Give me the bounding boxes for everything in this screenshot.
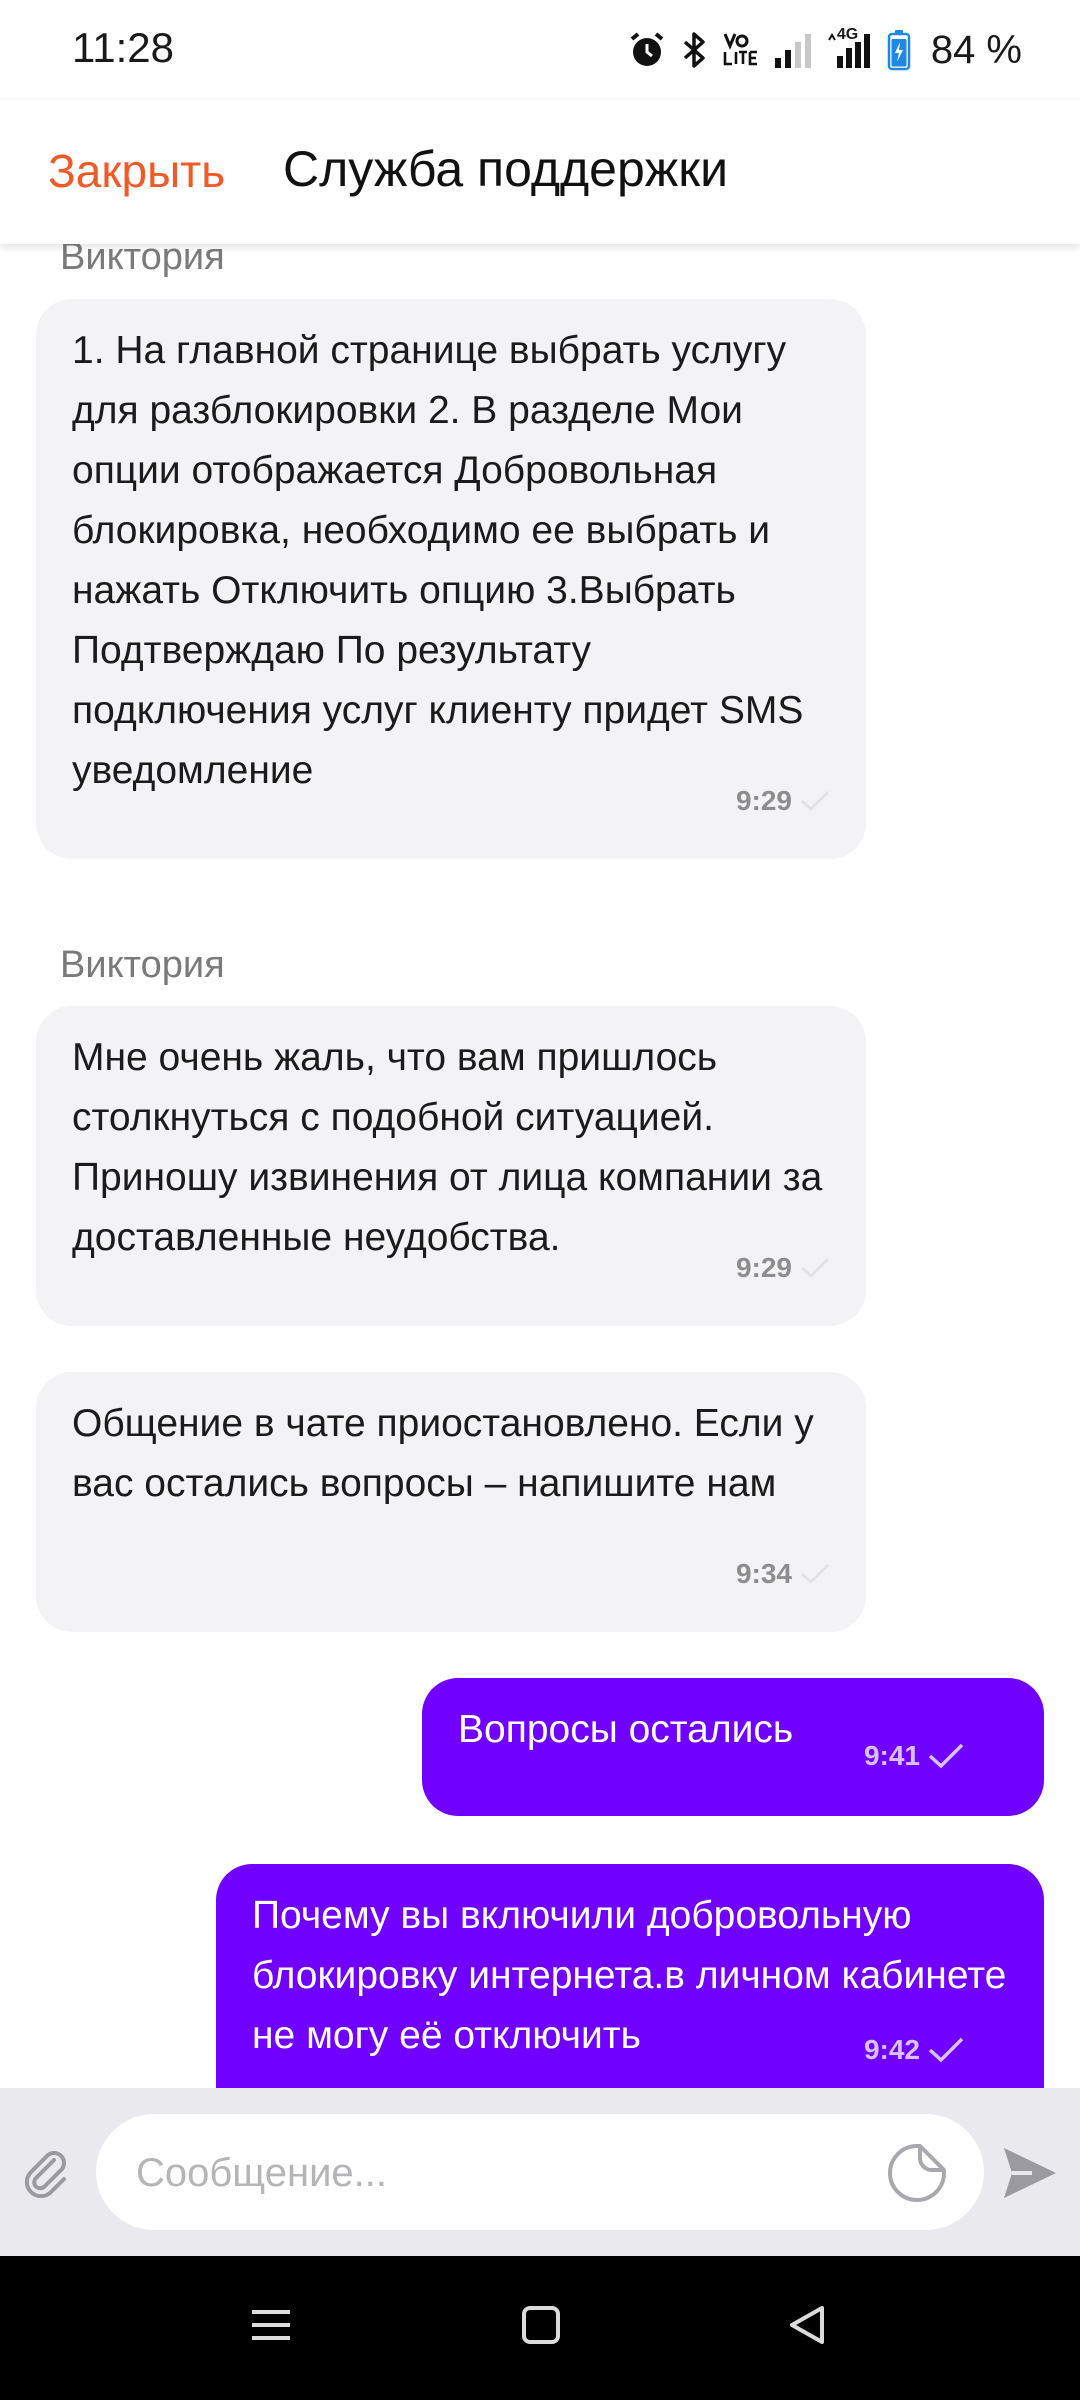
volte-icon — [723, 33, 757, 66]
incoming-message: 1. На главной странице выбрать услугу дл… — [36, 299, 866, 859]
message-input-wrapper — [96, 2114, 984, 2232]
close-button[interactable]: Закрыть — [48, 144, 225, 198]
outgoing-message: Почему вы включили добровольную блокиров… — [216, 1864, 1044, 2088]
message-text: Мне очень жаль, что вам пришлось столкну… — [72, 1036, 823, 1259]
sender-name: Виктория — [60, 944, 225, 986]
recent-apps-icon[interactable] — [250, 2304, 292, 2346]
system-navigation-bar — [0, 2256, 1080, 2400]
chat-history[interactable]: Виктория 1. На главной странице выбрать … — [0, 244, 1080, 2088]
status-time: 11:28 — [72, 24, 174, 71]
back-icon[interactable] — [786, 2304, 828, 2346]
message-meta: 9:34 — [736, 1544, 830, 1604]
paperclip-icon[interactable] — [20, 2146, 72, 2198]
message-meta: 9:29 — [736, 1238, 830, 1298]
outgoing-message: Вопросы остались 9:41 — [422, 1678, 1044, 1816]
alarm-icon — [630, 32, 664, 66]
signal-4g-icon — [827, 33, 870, 68]
check-icon — [928, 1743, 964, 1769]
message-time: 9:41 — [863, 1740, 920, 1771]
check-icon — [801, 1257, 830, 1279]
home-icon[interactable] — [520, 2304, 562, 2346]
send-icon[interactable] — [1002, 2146, 1058, 2200]
status-bar: 11:28 4G 84 % — [0, 0, 1080, 100]
signal-4g: 4G — [827, 26, 873, 70]
check-icon — [801, 790, 830, 812]
incoming-message: Общение в чате приостановлено. Если у ва… — [36, 1372, 866, 1632]
message-text: 1. На главной странице выбрать услугу дл… — [72, 329, 804, 792]
bluetooth-icon — [683, 32, 705, 68]
chat-header: Закрыть Служба поддержки — [0, 100, 1080, 244]
sticker-icon[interactable] — [886, 2142, 948, 2204]
battery-icon — [887, 30, 911, 71]
message-input[interactable] — [134, 2114, 858, 2232]
message-time: 9:34 — [735, 1558, 792, 1589]
signal-icon — [774, 34, 811, 68]
incoming-message: Мне очень жаль, что вам пришлось столкну… — [36, 1006, 866, 1326]
message-composer — [0, 2088, 1080, 2256]
check-icon — [801, 1563, 830, 1585]
check-icon — [928, 2037, 964, 2063]
status-icons: 4G 84 % — [627, 24, 1022, 76]
message-time: 9:42 — [863, 2034, 920, 2065]
message-time: 9:29 — [735, 1252, 792, 1283]
page-title: Служба поддержки — [283, 141, 729, 197]
message-meta: 9:42 — [864, 2020, 964, 2080]
message-meta: 9:29 — [736, 771, 830, 831]
battery-percent: 84 % — [930, 27, 1022, 72]
message-text: Общение в чате приостановлено. Если у ва… — [72, 1402, 814, 1505]
message-time: 9:29 — [735, 785, 792, 816]
message-meta: 9:41 — [864, 1726, 964, 1786]
sender-name: Виктория — [60, 244, 225, 278]
